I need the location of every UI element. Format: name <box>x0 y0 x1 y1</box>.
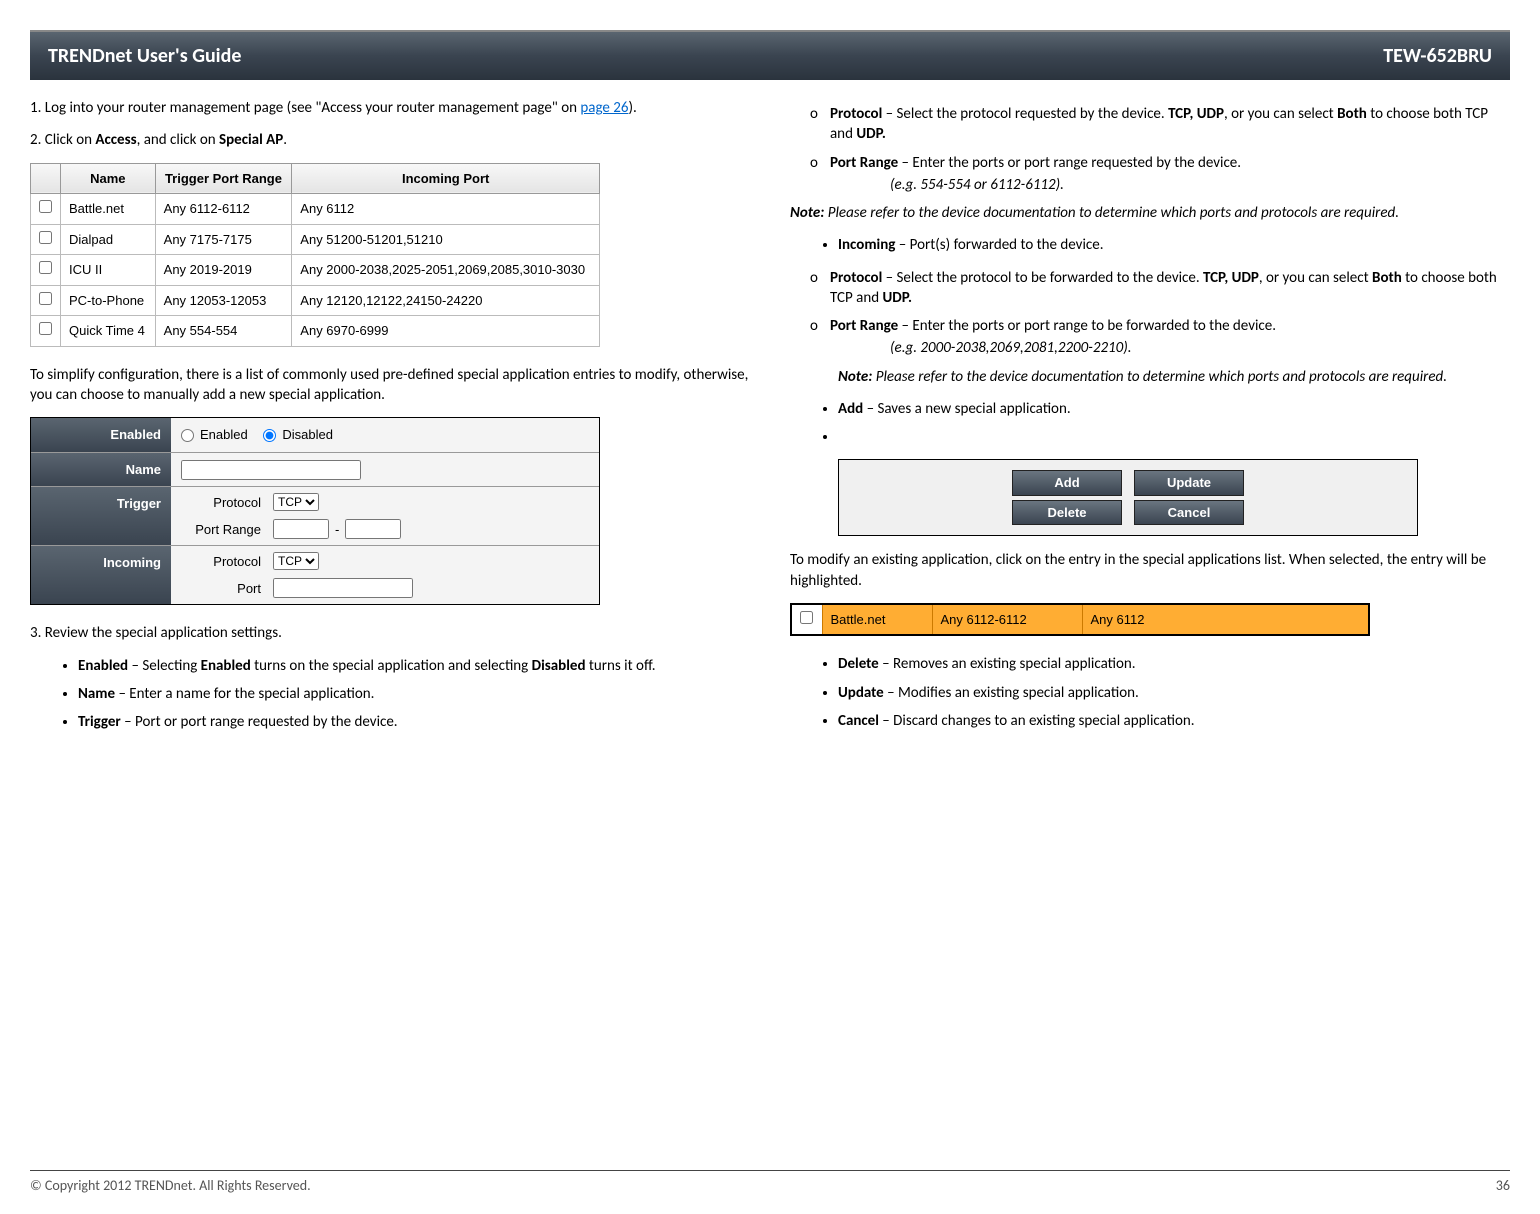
bullet-enabled: Enabled – Selecting Enabled turns on the… <box>78 656 750 676</box>
sel-checkbox[interactable] <box>800 611 813 624</box>
special-app-form: Enabled Enabled Disabled Name Trigger Pr… <box>30 417 600 605</box>
step-2: 2. Click on Access, and click on Special… <box>30 130 750 150</box>
bullet-trigger: Trigger – Port or port range requested b… <box>78 712 750 732</box>
special-apps-table: Name Trigger Port Range Incoming Port Ba… <box>30 163 600 347</box>
doc-header: TRENDnet User's Guide TEW-652BRU <box>30 30 1510 80</box>
col-incoming: Incoming Port <box>292 163 600 194</box>
bullet-delete: Delete – Removes an existing special app… <box>838 654 1510 674</box>
table-row[interactable]: Dialpad Any 7175-7175 Any 51200-51201,51… <box>31 224 600 255</box>
sub-protocol-2: Protocol – Select the protocol to be for… <box>830 268 1510 309</box>
update-button[interactable]: Update <box>1134 470 1244 496</box>
add-button[interactable]: Add <box>1012 470 1122 496</box>
row-checkbox[interactable] <box>39 322 52 335</box>
table-row[interactable]: Quick Time 4 Any 554-554 Any 6970-6999 <box>31 316 600 347</box>
table-row[interactable]: ICU II Any 2019-2019 Any 2000-2038,2025-… <box>31 255 600 286</box>
trigger-port-start[interactable] <box>273 519 329 539</box>
row-checkbox[interactable] <box>39 200 52 213</box>
row-checkbox[interactable] <box>39 292 52 305</box>
right-column: Protocol – Select the protocol requested… <box>790 98 1510 744</box>
left-column: 1. Log into your router management page … <box>30 98 750 744</box>
modify-text: To modify an existing application, click… <box>790 550 1510 591</box>
bullet-name: Name – Enter a name for the special appl… <box>78 684 750 704</box>
disabled-radio[interactable] <box>263 429 276 442</box>
doc-title: TRENDnet User's Guide <box>48 44 241 68</box>
bullet-add: Add – Saves a new special application. <box>838 399 1510 419</box>
enabled-radio[interactable] <box>181 429 194 442</box>
incoming-protocol-select[interactable]: TCP <box>273 552 319 570</box>
cancel-button[interactable]: Cancel <box>1134 500 1244 526</box>
step-1: 1. Log into your router management page … <box>30 98 750 118</box>
row-checkbox[interactable] <box>39 231 52 244</box>
col-name: Name <box>61 163 156 194</box>
note-1: Note: Please refer to the device documen… <box>790 203 1510 223</box>
trigger-label: Trigger <box>31 487 171 545</box>
incoming-port-input[interactable] <box>273 578 413 598</box>
page-number: 36 <box>1496 1177 1510 1194</box>
doc-model: TEW-652BRU <box>1383 44 1492 68</box>
name-input[interactable] <box>181 460 361 480</box>
trigger-protocol-select[interactable]: TCP <box>273 493 319 511</box>
sub-port-range: Port Range – Enter the ports or port ran… <box>830 153 1510 196</box>
selected-row[interactable]: Battle.net Any 6112-6112 Any 6112 <box>790 603 1370 637</box>
page-26-link[interactable]: page 26 <box>580 99 628 117</box>
bullet-empty <box>838 427 1510 447</box>
action-button-panel: Add Update Delete Cancel <box>838 459 1418 536</box>
bullet-incoming: Incoming – Port(s) forwarded to the devi… <box>838 235 1510 255</box>
table-row[interactable]: PC-to-Phone Any 12053-12053 Any 12120,12… <box>31 285 600 316</box>
incoming-label: Incoming <box>31 546 171 604</box>
doc-footer: © Copyright 2012 TRENDnet. All Rights Re… <box>30 1170 1510 1194</box>
step-3: 3. Review the special application settin… <box>30 623 750 643</box>
col-trigger: Trigger Port Range <box>155 163 292 194</box>
sub-port-range-2: Port Range – Enter the ports or port ran… <box>830 316 1510 359</box>
delete-button[interactable]: Delete <box>1012 500 1122 526</box>
bullet-update: Update – Modifies an existing special ap… <box>838 683 1510 703</box>
note-2: Note: Please refer to the device documen… <box>838 367 1510 387</box>
bullet-cancel: Cancel – Discard changes to an existing … <box>838 711 1510 731</box>
trigger-port-end[interactable] <box>345 519 401 539</box>
copyright: © Copyright 2012 TRENDnet. All Rights Re… <box>30 1177 311 1194</box>
sub-protocol: Protocol – Select the protocol requested… <box>830 104 1510 145</box>
enabled-label: Enabled <box>31 418 171 452</box>
simplify-text: To simplify configuration, there is a li… <box>30 365 750 406</box>
table-row[interactable]: Battle.net Any 6112-6112 Any 6112 <box>31 194 600 225</box>
row-checkbox[interactable] <box>39 261 52 274</box>
name-label: Name <box>31 453 171 487</box>
